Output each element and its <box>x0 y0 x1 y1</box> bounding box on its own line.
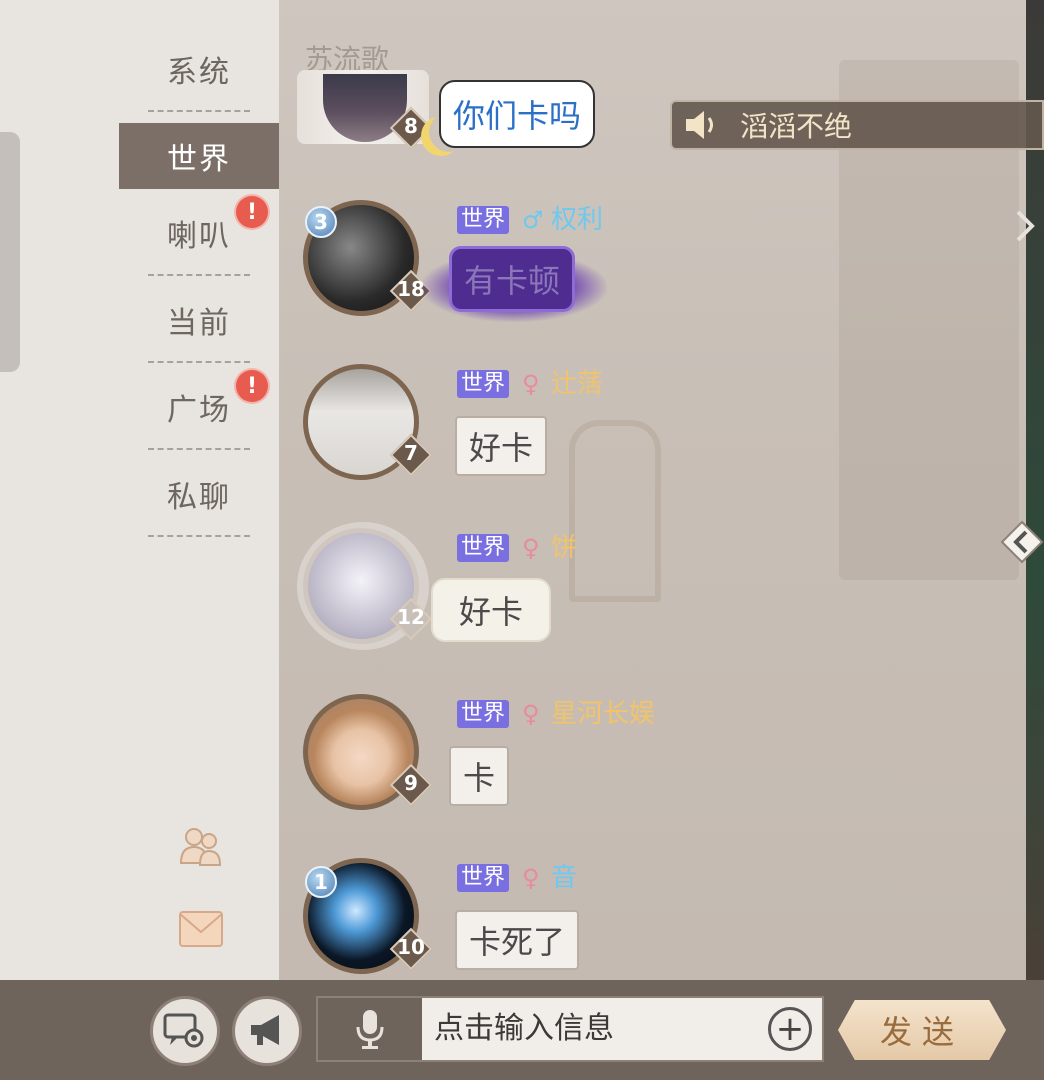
message-input[interactable]: 点击输入信息 + <box>316 996 824 1062</box>
gender-icon: ♂ <box>522 206 544 234</box>
tab-label: 世界 <box>167 142 231 177</box>
channel-sidebar: 系统 世界 喇叭 ! 当前 广场 ! 私聊 <box>0 0 279 980</box>
megaphone-icon <box>251 1015 279 1045</box>
tab-label: 系统 <box>167 55 231 90</box>
add-attachment-button[interactable]: + <box>768 1007 812 1051</box>
message-bubble[interactable]: 好卡 <box>455 416 548 476</box>
message-bubble[interactable]: 卡死了 <box>455 910 580 970</box>
channel-tag: 世界 <box>457 534 510 562</box>
send-button[interactable]: 发送 <box>838 1000 1006 1060</box>
chat-message: 1 10 世界 ♀ 音 卡死了 <box>279 852 1024 980</box>
chat-message: 9 世界 ♀ 星河长娱 卡 <box>279 688 1024 828</box>
tab-label: 广场 <box>167 393 231 428</box>
plus-icon: + <box>775 1009 805 1049</box>
tab-current[interactable]: 当前 <box>148 277 250 363</box>
input-placeholder: 点击输入信息 <box>434 1011 614 1046</box>
microphone-icon <box>356 1010 384 1049</box>
tab-system[interactable]: 系统 <box>148 26 250 112</box>
message-bubble[interactable]: 好卡 <box>431 578 552 642</box>
message-bubble[interactable]: 你们卡吗 <box>439 80 596 148</box>
tab-label: 喇叭 <box>167 219 231 254</box>
message-text: 好卡 <box>459 593 524 631</box>
gender-icon: ♀ <box>522 864 540 892</box>
message-text: 卡 <box>463 759 496 797</box>
username[interactable]: 星河长娱 <box>551 700 655 728</box>
chat-settings-icon <box>163 1013 204 1048</box>
send-label: 发送 <box>879 1013 964 1051</box>
chat-message-list[interactable]: 8 你们卡吗 3 18 世界 ♂ 权利 有卡顿 7 世界 ♀ 辻萿 好卡 12 … <box>279 0 1024 980</box>
chat-message: 3 18 世界 ♂ 权利 有卡顿 <box>279 194 1024 334</box>
username[interactable]: 饼 <box>551 534 577 562</box>
channel-tag: 世界 <box>457 700 510 728</box>
rank-badge: 1 <box>305 866 337 898</box>
message-text: 好卡 <box>469 429 534 467</box>
chat-message: 12 世界 ♀ 饼 好卡 <box>279 522 1024 662</box>
message-bubble[interactable]: 有卡顿 <box>449 246 576 312</box>
message-bubble[interactable]: 卡 <box>449 746 510 806</box>
message-text: 卡死了 <box>469 923 566 961</box>
tab-horn[interactable]: 喇叭 <box>148 190 250 276</box>
chat-message: 8 你们卡吗 <box>279 40 1024 180</box>
friends-icon[interactable] <box>177 822 225 870</box>
username[interactable]: 音 <box>551 864 577 892</box>
username[interactable]: 权利 <box>551 206 603 234</box>
level-number: 10 <box>397 935 425 959</box>
level-number: 12 <box>397 605 425 629</box>
tab-horn-alert-badge: ! <box>236 196 268 228</box>
horn-button[interactable] <box>232 996 302 1066</box>
chat-message: 7 世界 ♀ 辻萿 好卡 <box>279 358 1024 498</box>
tab-plaza[interactable]: 广场 <box>148 364 250 450</box>
rank-badge: 3 <box>305 206 337 238</box>
channel-tag: 世界 <box>457 370 510 398</box>
message-text: 有卡顿 <box>464 262 561 300</box>
message-text: 你们卡吗 <box>453 97 582 135</box>
tab-label: 当前 <box>167 306 231 341</box>
gender-icon: ♀ <box>522 700 540 728</box>
level-number: 7 <box>404 441 418 465</box>
level-number: 9 <box>404 771 418 795</box>
mail-icon[interactable] <box>177 904 225 952</box>
tab-private[interactable]: 私聊 <box>148 451 250 537</box>
channel-tag: 世界 <box>457 864 510 892</box>
level-number: 8 <box>404 114 418 138</box>
username[interactable]: 辻萿 <box>551 370 603 398</box>
gender-icon: ♀ <box>522 370 540 398</box>
tab-world[interactable]: 世界 <box>119 123 279 189</box>
gender-icon: ♀ <box>522 534 540 562</box>
tab-plaza-alert-badge: ! <box>236 370 268 402</box>
drawer-handle[interactable] <box>0 132 20 372</box>
tab-label: 私聊 <box>167 480 231 515</box>
chat-settings-button[interactable] <box>150 996 220 1066</box>
channel-tag: 世界 <box>457 206 510 234</box>
voice-button[interactable] <box>318 998 422 1060</box>
